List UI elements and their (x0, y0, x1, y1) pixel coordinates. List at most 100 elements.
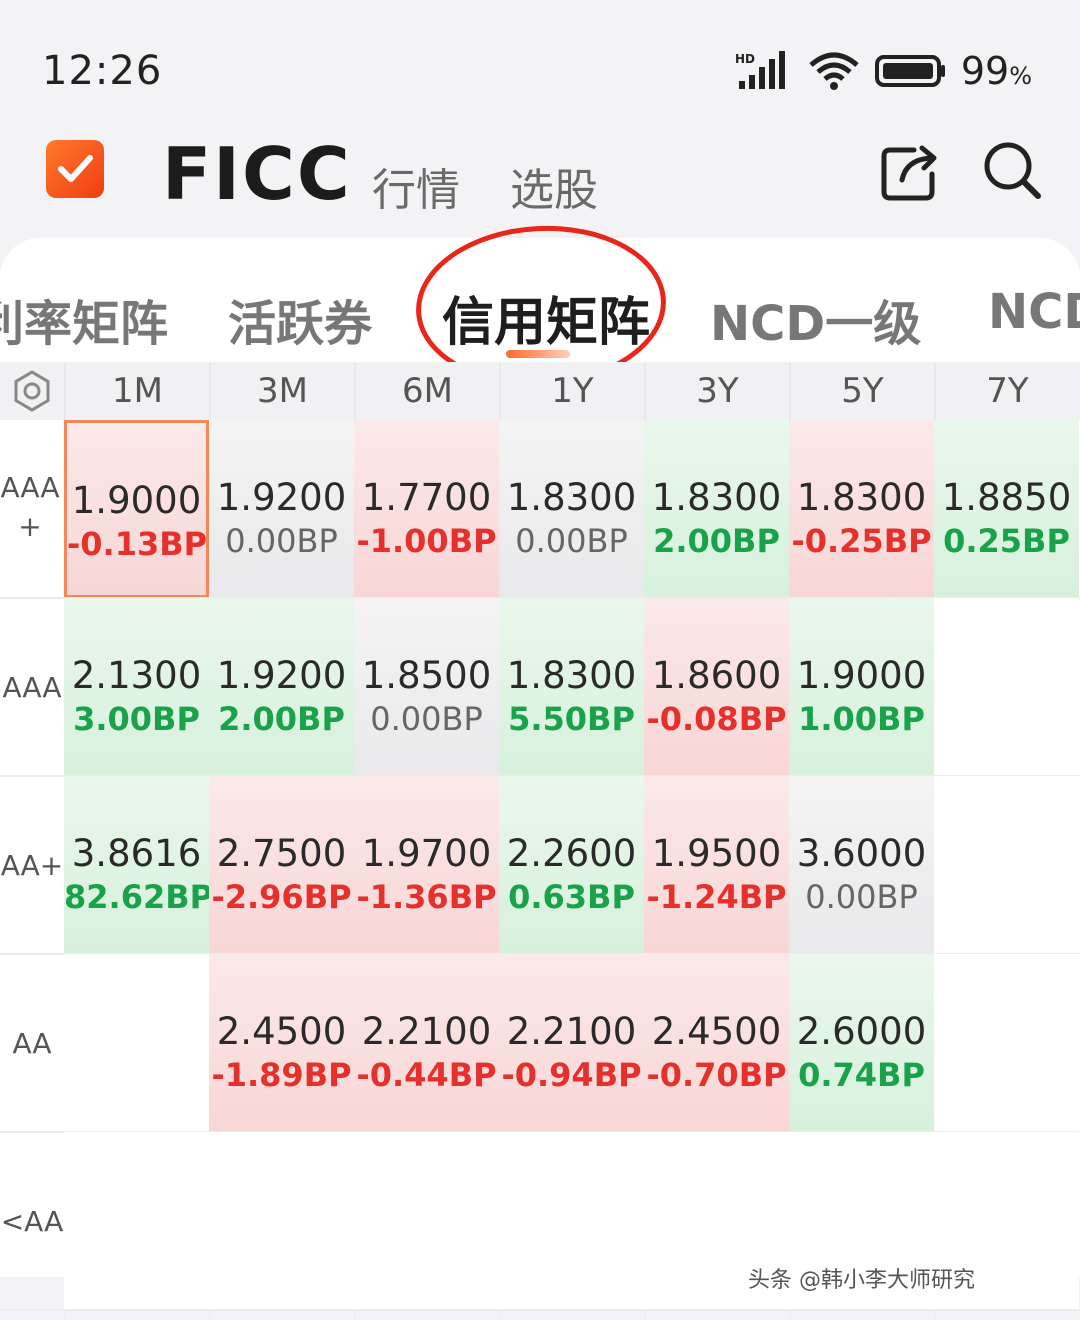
cell-yield: 2.4500 (651, 1010, 782, 1053)
subtab-active-bonds[interactable]: 活跃券 (228, 284, 372, 354)
tab-market[interactable]: 行情 (372, 154, 460, 218)
matrix-cell[interactable]: 1.9700 -1.36BP (354, 776, 499, 954)
cell-change: -0.08BP (646, 700, 787, 738)
matrix-cell[interactable]: 1.9500 -1.24BP (644, 776, 789, 954)
cell-yield: 1.9500 (651, 832, 782, 875)
search-button[interactable] (980, 138, 1044, 202)
matrix-cell[interactable]: 2.1300 3.00BP (64, 598, 209, 776)
cell-change: 0.00BP (515, 522, 628, 560)
column-header-6m[interactable]: 6M (354, 362, 499, 420)
network-badge: HD (735, 52, 755, 66)
matrix-cell[interactable]: 2.2600 0.63BP (499, 776, 644, 954)
matrix-cell[interactable]: 1.9000 -0.13BP (64, 420, 209, 598)
matrix-cell[interactable]: 1.8850 0.25BP (934, 420, 1079, 598)
matrix-cell[interactable]: 1.8300 2.00BP (644, 420, 789, 598)
cell-change: 0.00BP (370, 700, 483, 738)
tab-stock-picker[interactable]: 选股 (510, 154, 598, 218)
cell-change: 0.63BP (508, 878, 635, 916)
cell-yield: 1.8300 (651, 476, 782, 519)
cell-yield: 2.4500 (216, 1010, 347, 1053)
matrix-cell[interactable]: 2.4500 -0.70BP (644, 954, 789, 1132)
row-label: AAA+ (0, 471, 60, 544)
share-button[interactable] (878, 140, 942, 204)
matrix-cell[interactable]: 1.8500 0.00BP (354, 598, 499, 776)
signal-icon: HD (735, 51, 785, 89)
matrix-cell[interactable]: 3.6000 0.00BP (789, 776, 934, 954)
row-label: <AA (0, 1205, 64, 1238)
battery-percent: 99% (960, 49, 1032, 93)
row-label: AA (12, 1027, 52, 1060)
search-icon (984, 142, 1041, 199)
cell-change: 1.00BP (798, 700, 925, 738)
row-divider (0, 1309, 1080, 1311)
matrix-cell[interactable]: 1.8300 0.00BP (499, 420, 644, 598)
matrix-cell[interactable]: 1.9000 1.00BP (789, 598, 934, 776)
cell-change: -2.96BP (211, 878, 352, 916)
matrix-cell[interactable]: 1.8300 5.50BP (499, 598, 644, 776)
cell-yield: 2.2600 (506, 832, 637, 875)
cell-yield: 1.8850 (941, 476, 1072, 519)
cell-change: 5.50BP (508, 700, 635, 738)
row-label: AAA (2, 671, 62, 704)
cell-change: 0.00BP (225, 522, 338, 560)
cell-yield: 3.8616 (71, 832, 202, 875)
cell-yield: 1.9000 (71, 479, 202, 522)
column-header-7y[interactable]: 7Y (934, 362, 1079, 420)
matrix-cell-empty (499, 1132, 644, 1310)
matrix-cell[interactable]: 3.8616 82.62BP (64, 776, 214, 954)
cell-change: 0.25BP (943, 522, 1070, 560)
share-icon (881, 145, 937, 201)
column-header-1m[interactable]: 1M (64, 362, 209, 420)
cell-yield: 2.2100 (361, 1010, 492, 1053)
column-header-5y[interactable]: 5Y (789, 362, 934, 420)
cell-yield: 1.8500 (361, 654, 492, 697)
cell-yield: 1.9200 (216, 654, 347, 697)
cell-yield: 1.8300 (506, 476, 637, 519)
matrix-cell[interactable]: 2.2100 -0.44BP (354, 954, 499, 1132)
matrix-cell[interactable]: 2.2100 -0.94BP (499, 954, 644, 1132)
status-bar: 12:26 HD 99% (0, 0, 1080, 130)
cell-change: -0.13BP (67, 525, 208, 563)
matrix-cell[interactable]: 1.7700 -1.00BP (354, 420, 499, 598)
subtab-ncd-primary[interactable]: NCD一级 (710, 284, 921, 354)
cell-yield: 1.9700 (361, 832, 492, 875)
matrix-cell[interactable]: 1.8600 -0.08BP (644, 598, 789, 776)
cell-change: -1.36BP (356, 878, 497, 916)
column-header-1y[interactable]: 1Y (499, 362, 644, 420)
status-icons: HD 99% (735, 48, 1032, 94)
matrix-settings-button[interactable] (0, 362, 64, 420)
cell-change: 3.00BP (73, 700, 200, 738)
cell-yield: 2.7500 (216, 832, 347, 875)
matrix-cell[interactable]: 1.8300 -0.25BP (789, 420, 934, 598)
matrix-cell-empty (934, 598, 1079, 776)
subtab-credit-matrix[interactable]: 信用矩阵 (442, 280, 650, 355)
matrix-cell[interactable]: 1.9200 0.00BP (209, 420, 354, 598)
cell-change: 2.00BP (653, 522, 780, 560)
matrix-cell[interactable]: 2.7500 -2.96BP (209, 776, 354, 954)
column-header-3y[interactable]: 3Y (644, 362, 789, 420)
status-time: 12:26 (42, 48, 163, 94)
cell-yield: 1.7700 (361, 476, 492, 519)
cell-yield: 1.8600 (651, 654, 782, 697)
cell-change: 82.62BP (64, 878, 214, 916)
matrix-cell[interactable]: 1.9200 2.00BP (209, 598, 354, 776)
matrix-cell[interactable]: 2.4500 -1.89BP (209, 954, 354, 1132)
matrix-cell[interactable]: 2.6000 0.74BP (789, 954, 934, 1132)
subtab-rate-matrix[interactable]: 利率矩阵 (0, 284, 168, 354)
wifi-icon (809, 52, 859, 90)
column-header-3m[interactable]: 3M (209, 362, 354, 420)
settings-hexagon-icon (14, 370, 50, 412)
app-logo-check-icon[interactable] (46, 140, 104, 198)
cell-change: -0.70BP (646, 1056, 787, 1094)
subtab-ncd[interactable]: NCD (988, 284, 1080, 340)
cell-yield: 1.9200 (216, 476, 347, 519)
matrix-cell-empty (64, 954, 209, 1132)
app-header: FICC 行情 选股 (0, 130, 1080, 240)
matrix-cell-empty (64, 1132, 209, 1310)
cell-yield: 1.9000 (796, 654, 927, 697)
matrix-header-row: 1M 3M 6M 1Y 3Y 5Y 7Y (0, 362, 1080, 420)
matrix-cell-empty (934, 954, 1079, 1132)
cell-yield: 2.1300 (71, 654, 202, 697)
subtab-bar: 利率矩阵 活跃券 信用矩阵 NCD一级 NCD (0, 238, 1080, 362)
battery-icon (874, 55, 945, 87)
